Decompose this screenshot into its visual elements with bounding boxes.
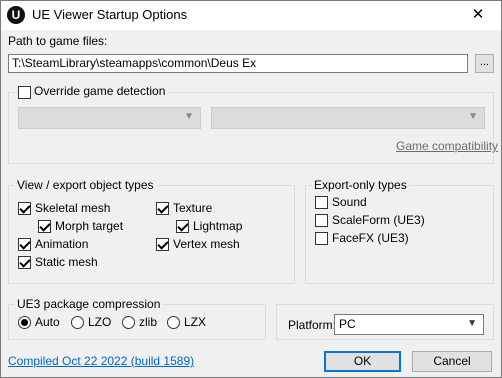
startup-options-dialog: U UE Viewer Startup Options ✕ Path to ga…	[0, 0, 502, 378]
compression-zlib-label: zlib	[139, 315, 158, 329]
facefx-checkbox[interactable]	[315, 232, 328, 245]
compression-lzx-label: LZX	[184, 315, 207, 329]
skeletal-mesh-checkbox[interactable]	[18, 202, 31, 215]
object-types-title: View / export object types	[15, 178, 156, 192]
skeletal-mesh-label: Skeletal mesh	[35, 201, 111, 215]
game-path-input[interactable]: T:\SteamLibrary\steamapps\common\Deus Ex	[8, 54, 468, 73]
close-button[interactable]: ✕	[455, 1, 501, 30]
vertex-mesh-checkbox[interactable]	[156, 238, 169, 251]
build-info-link[interactable]: Compiled Oct 22 2022 (build 1589)	[8, 354, 194, 368]
lightmap-checkbox[interactable]	[176, 220, 189, 233]
static-mesh-checkbox[interactable]	[18, 256, 31, 269]
ok-button[interactable]: OK	[324, 351, 401, 372]
scaleform-checkbox[interactable]	[315, 214, 328, 227]
compression-title: UE3 package compression	[15, 297, 163, 311]
cancel-button[interactable]: Cancel	[412, 351, 492, 372]
ue-logo-icon: U	[7, 6, 25, 24]
scaleform-label: ScaleForm (UE3)	[332, 213, 425, 227]
export-only-title: Export-only types	[312, 178, 409, 192]
chevron-down-icon: ▼	[184, 111, 194, 122]
morph-target-checkbox[interactable]	[38, 220, 51, 233]
compression-lzo-label: LZO	[88, 315, 112, 329]
game-compatibility-link[interactable]: Game compatibility	[396, 139, 498, 153]
compression-auto-radio[interactable]	[18, 316, 31, 329]
path-label: Path to game files:	[8, 34, 108, 48]
facefx-label: FaceFX (UE3)	[332, 231, 409, 245]
platform-label: Platform:	[288, 318, 337, 332]
game-select[interactable]: ▼	[18, 107, 201, 129]
platform-select-value: PC	[339, 317, 356, 331]
sound-checkbox[interactable]	[315, 196, 328, 209]
compression-auto-label: Auto	[35, 315, 60, 329]
override-detection-label: Override game detection	[34, 84, 169, 98]
texture-checkbox[interactable]	[156, 202, 169, 215]
compression-zlib-radio[interactable]	[122, 316, 135, 329]
override-detection-checkbox[interactable]	[18, 86, 31, 99]
lightmap-label: Lightmap	[193, 219, 243, 233]
title-bar: U UE Viewer Startup Options ✕	[1, 1, 501, 30]
vertex-mesh-label: Vertex mesh	[173, 237, 240, 251]
object-types-group: View / export object types	[8, 178, 295, 284]
engine-select[interactable]: ▼	[211, 107, 485, 129]
chevron-down-icon: ▼	[467, 318, 477, 329]
animation-checkbox[interactable]	[18, 238, 31, 251]
sound-label: Sound	[332, 195, 367, 209]
animation-label: Animation	[35, 237, 89, 251]
platform-select[interactable]: PC ▼	[334, 314, 484, 335]
browse-button[interactable]: ...	[475, 54, 494, 73]
compression-lzo-radio[interactable]	[71, 316, 84, 329]
texture-label: Texture	[173, 201, 213, 215]
morph-target-label: Morph target	[55, 219, 124, 233]
chevron-down-icon: ▼	[468, 111, 478, 122]
static-mesh-label: Static mesh	[35, 255, 98, 269]
window-title: UE Viewer Startup Options	[32, 7, 188, 22]
compression-lzx-radio[interactable]	[167, 316, 180, 329]
